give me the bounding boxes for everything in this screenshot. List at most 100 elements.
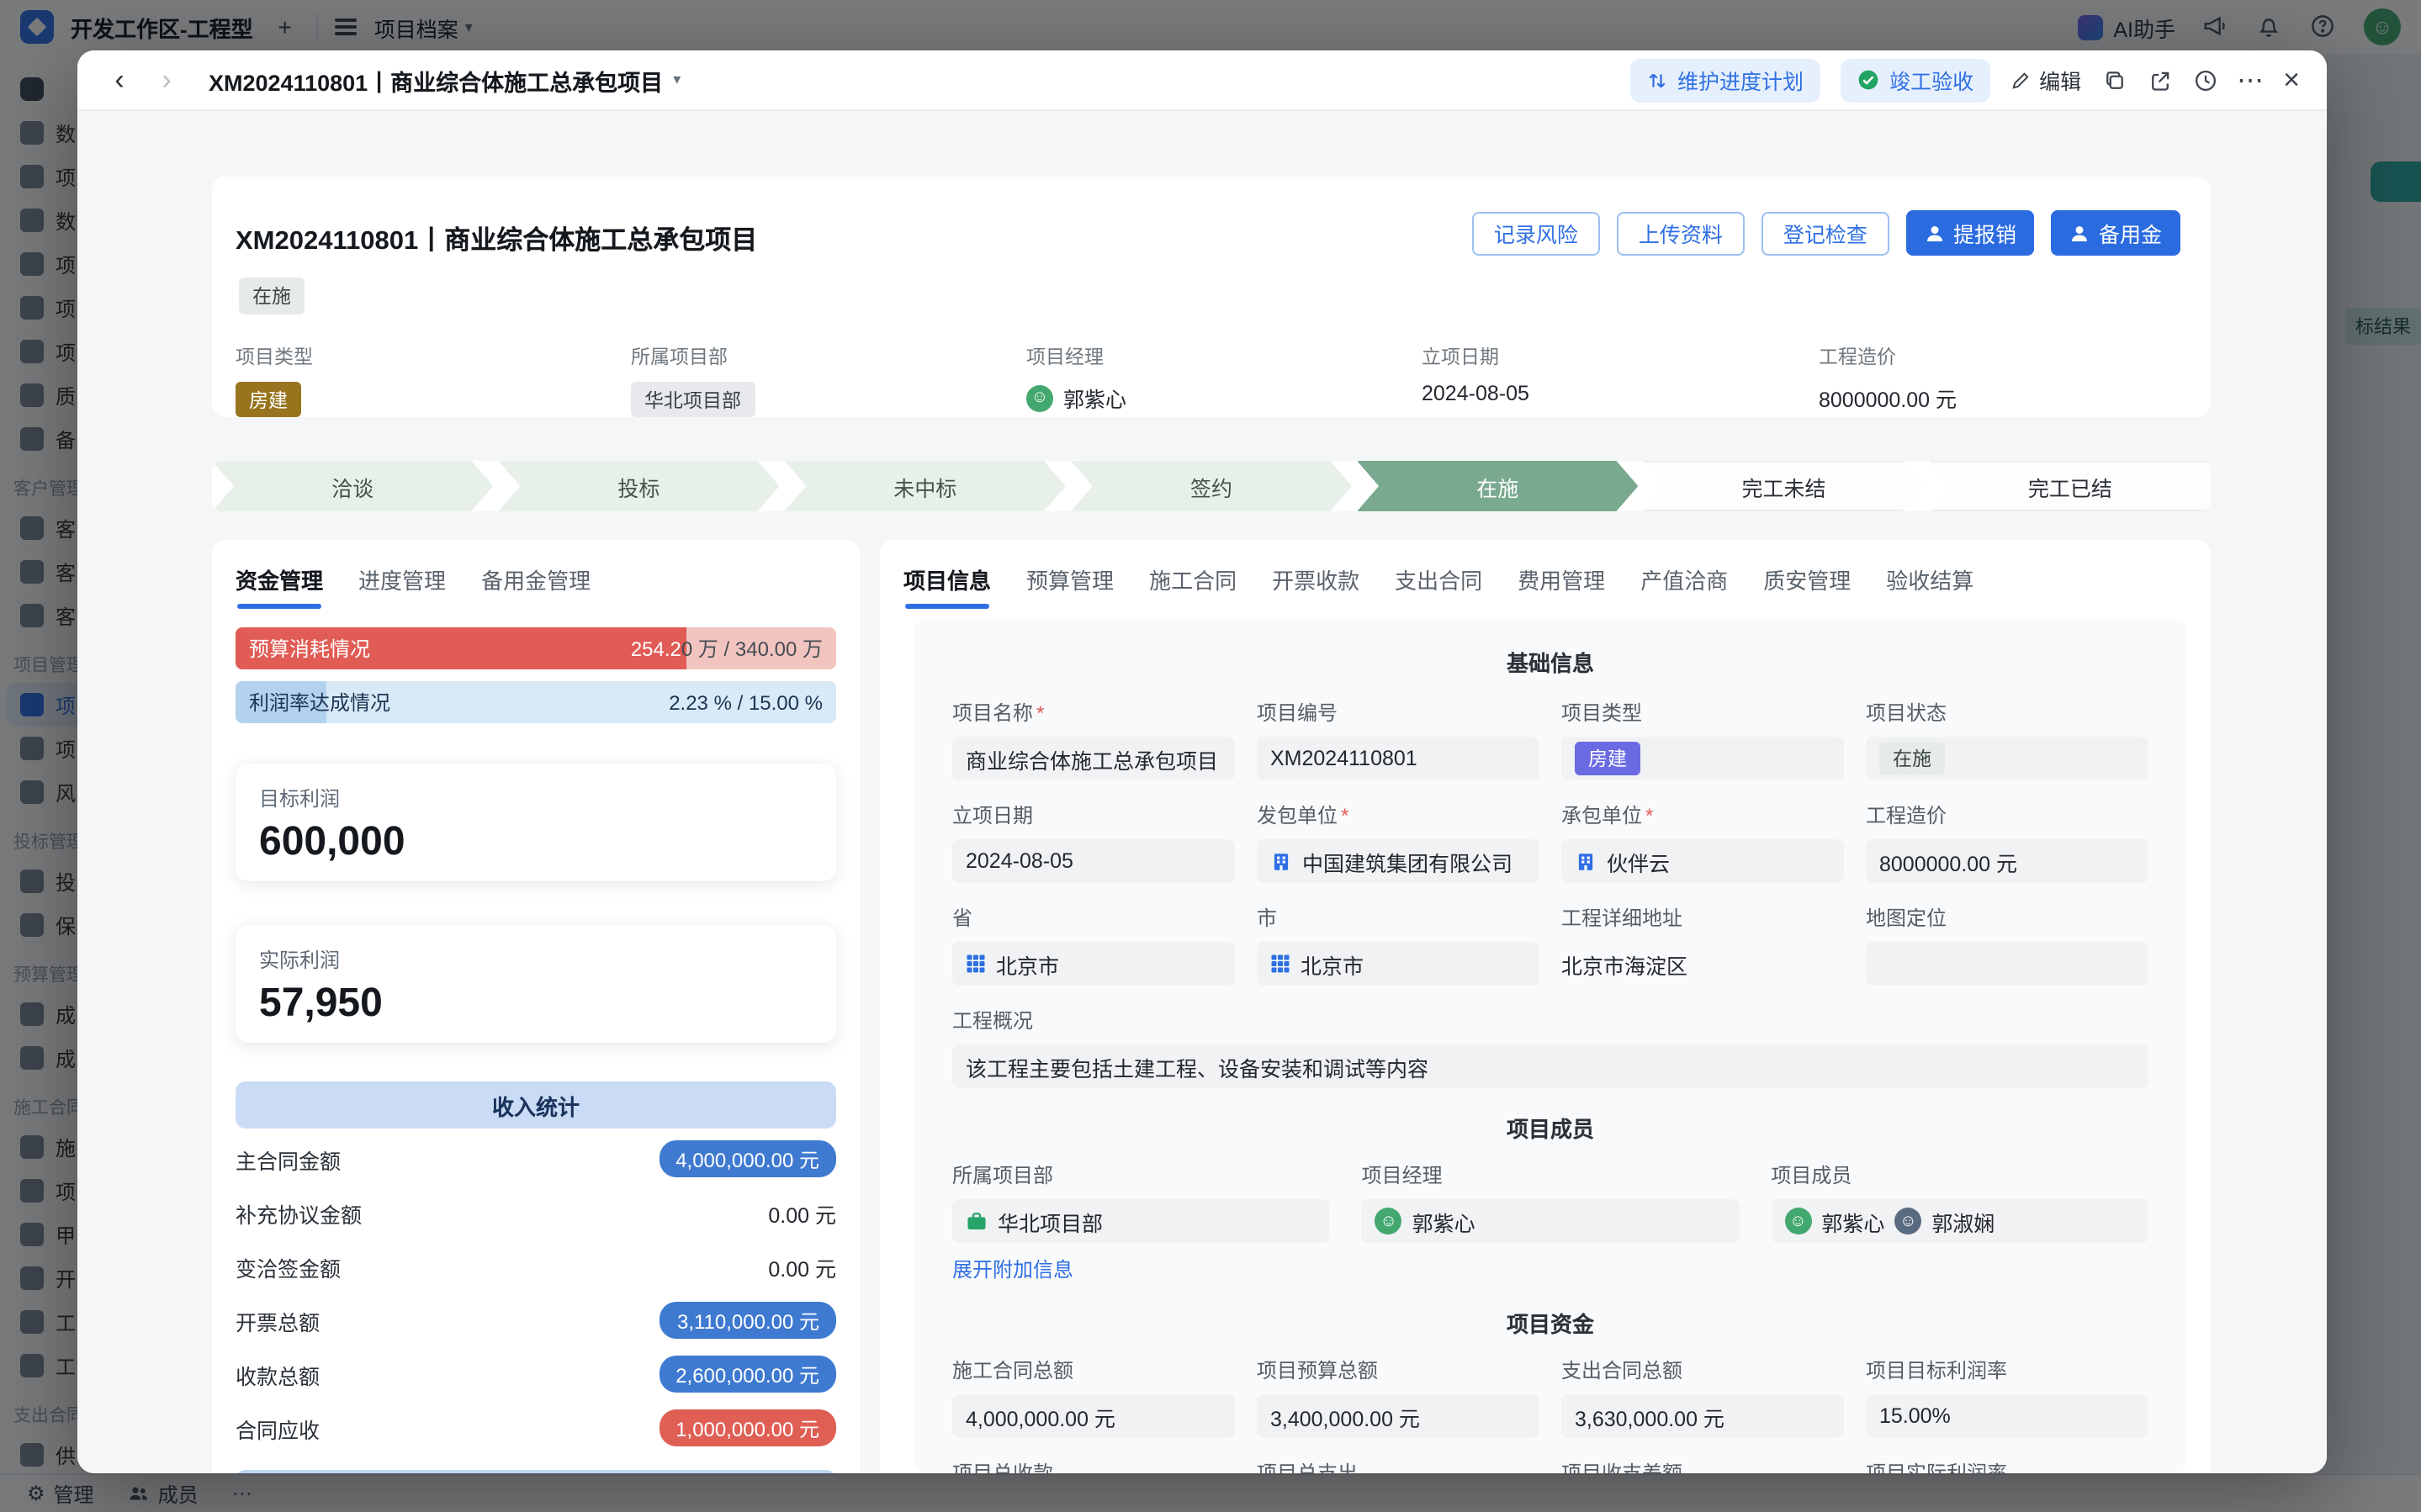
tab[interactable]: 项目信息 bbox=[903, 563, 991, 595]
building-icon bbox=[1575, 850, 1597, 872]
share-icon[interactable] bbox=[2147, 67, 2172, 93]
members-input[interactable]: ☺ 郭紫心 ☺ 郭淑娴 bbox=[1771, 1199, 2148, 1243]
next-record-button[interactable]: › bbox=[151, 66, 182, 94]
copy-icon[interactable] bbox=[2101, 67, 2127, 93]
city-input[interactable]: 北京市 bbox=[1257, 942, 1539, 986]
fund-value-input[interactable]: 3,400,000.00 元 bbox=[1257, 1394, 1539, 1438]
tab[interactable]: 产值洽商 bbox=[1640, 563, 1728, 595]
expand-extra-info-link[interactable]: 展开附加信息 bbox=[952, 1255, 1330, 1283]
project-type-input[interactable]: 房建 bbox=[1561, 737, 1844, 780]
profit-bar-value: 2.23 % / 15.00 % bbox=[669, 681, 823, 723]
tab[interactable]: 费用管理 bbox=[1518, 563, 1605, 595]
tab[interactable]: 备用金管理 bbox=[481, 563, 591, 595]
city-value: 北京市 bbox=[1301, 948, 1364, 980]
fund-field: 项目收支差额 57,950.00 元 bbox=[1561, 1458, 1844, 1473]
tab[interactable]: 资金管理 bbox=[236, 563, 323, 595]
stage-step[interactable]: 洽谈 bbox=[212, 461, 493, 511]
fund-field: 项目目标利润率 15.00% bbox=[1866, 1356, 2148, 1438]
start-date-input[interactable]: 2024-08-05 bbox=[952, 839, 1235, 883]
amount-value-badge: 0.00 元 bbox=[768, 1250, 836, 1282]
more-icon[interactable]: ⋯ bbox=[2238, 67, 2263, 93]
fund-value-input[interactable]: 15.00% bbox=[1866, 1394, 2148, 1438]
upload-docs-button[interactable]: 上传资料 bbox=[1617, 211, 1745, 255]
tab-label: 开票收款 bbox=[1272, 568, 1359, 593]
edit-label: 编辑 bbox=[2039, 64, 2081, 96]
owner-org-value: 中国建筑集团有限公司 bbox=[1302, 845, 1512, 877]
completion-acceptance-label: 竣工验收 bbox=[1889, 64, 1973, 96]
project-status-badge: 在施 bbox=[239, 278, 305, 315]
record-risk-button[interactable]: 记录风险 bbox=[1472, 211, 1600, 255]
fund-value-input[interactable]: 4,000,000.00 元 bbox=[952, 1394, 1235, 1438]
manager-input[interactable]: ☺ 郭紫心 bbox=[1362, 1199, 1740, 1243]
field-label: 立项日期 bbox=[1422, 343, 1800, 370]
project-overview-input[interactable]: 该工程主要包括土建工程、设备安装和调试等内容 bbox=[952, 1044, 2148, 1088]
fund-field: 项目总支出 2,542,050.00 元 bbox=[1257, 1458, 1539, 1473]
tab-label: 项目信息 bbox=[903, 568, 991, 593]
project-code-input[interactable]: XM2024110801 bbox=[1257, 737, 1539, 780]
reserve-fund-label: 备用金 bbox=[2099, 217, 2162, 249]
stage-step[interactable]: 签约 bbox=[1071, 461, 1352, 511]
province-value: 北京市 bbox=[996, 948, 1059, 980]
province-input[interactable]: 北京市 bbox=[952, 942, 1235, 986]
tab-label: 预算管理 bbox=[1026, 568, 1114, 593]
stage-step[interactable]: 未中标 bbox=[785, 461, 1066, 511]
prev-record-button[interactable]: ‹ bbox=[104, 66, 135, 94]
check-circle-icon bbox=[1857, 69, 1879, 91]
fund-field: 支出合同总额 3,630,000.00 元 bbox=[1561, 1356, 1844, 1438]
stage-step[interactable]: 在施 bbox=[1357, 461, 1638, 511]
tab[interactable]: 进度管理 bbox=[358, 563, 446, 595]
address-value[interactable]: 北京市海淀区 bbox=[1561, 942, 1844, 986]
submit-expense-button[interactable]: 提报销 bbox=[1906, 210, 2035, 256]
field-dept: 所属项目部 华北项目部 展开附加信息 bbox=[952, 1160, 1330, 1283]
project-name-input[interactable]: 商业综合体施工总承包项目 bbox=[952, 737, 1235, 780]
edit-button[interactable]: 编辑 bbox=[2010, 64, 2081, 96]
fund-value-input[interactable]: 3,630,000.00 元 bbox=[1561, 1394, 1844, 1438]
project-type-badge: 房建 bbox=[1575, 742, 1640, 775]
completion-acceptance-button[interactable]: 竣工验收 bbox=[1841, 58, 1990, 102]
funds-grid: 施工合同总额 4,000,000.00 元 项目预算总额 3,400,000.0… bbox=[952, 1356, 2148, 1473]
register-inspection-button[interactable]: 登记检查 bbox=[1761, 211, 1889, 255]
summary-field-date: 立项日期 2024-08-05 bbox=[1422, 343, 1800, 405]
owner-org-input[interactable]: 中国建筑集团有限公司 bbox=[1257, 839, 1539, 883]
field-project-name: 项目名称* 商业综合体施工总承包项目 bbox=[952, 698, 1235, 780]
field-map-location: 地图定位 bbox=[1866, 903, 2148, 986]
stage-step[interactable]: 完工未结 bbox=[1643, 461, 1924, 511]
income-stats-button[interactable]: 收入统计 bbox=[236, 1081, 836, 1129]
fund-label: 项目收支差额 bbox=[1561, 1458, 1682, 1473]
tab[interactable]: 质安管理 bbox=[1763, 563, 1851, 595]
stage-step[interactable]: 投标 bbox=[498, 461, 779, 511]
tab[interactable]: 开票收款 bbox=[1272, 563, 1359, 595]
contractor-org-input[interactable]: 伙伴云 bbox=[1561, 839, 1844, 883]
tab[interactable]: 验收结算 bbox=[1886, 563, 1973, 595]
project-cost-input[interactable]: 8000000.00 元 bbox=[1866, 839, 2148, 883]
actual-profit-card: 实际利润 57,950 bbox=[236, 925, 836, 1043]
expense-stats-button-peek[interactable] bbox=[236, 1470, 836, 1473]
project-status-input[interactable]: 在施 bbox=[1866, 737, 2148, 780]
amount-row: 合同应收 1,000,000.00 元 bbox=[236, 1401, 836, 1455]
stage-step-label: 洽谈 bbox=[331, 470, 373, 502]
amount-value-badge: 2,600,000.00 元 bbox=[659, 1356, 836, 1393]
modal-header: ‹ › XM2024110801丨商业综合体施工总承包项目 ▾ 维护进度计划 竣… bbox=[77, 50, 2327, 111]
map-location-input[interactable] bbox=[1866, 942, 2148, 986]
budget-bar-label: 预算消耗情况 bbox=[249, 627, 370, 669]
reserve-fund-button[interactable]: 备用金 bbox=[2052, 210, 2180, 256]
section-title-members: 项目成员 bbox=[952, 1112, 2148, 1144]
close-icon[interactable]: × bbox=[2283, 66, 2300, 94]
field-value: 8000000.00 元 bbox=[1819, 382, 2197, 414]
dept-value: 华北项目部 bbox=[998, 1205, 1103, 1237]
tab[interactable]: 预算管理 bbox=[1026, 563, 1114, 595]
dept-input[interactable]: 华北项目部 bbox=[952, 1199, 1330, 1243]
contractor-org-value: 伙伴云 bbox=[1607, 845, 1670, 877]
grid-icon bbox=[1270, 954, 1290, 974]
tab-label: 产值洽商 bbox=[1640, 568, 1728, 593]
grid-icon bbox=[966, 954, 986, 974]
stage-step[interactable]: 完工已结 bbox=[1930, 461, 2211, 511]
tab[interactable]: 施工合同 bbox=[1149, 563, 1237, 595]
chevron-down-icon[interactable]: ▾ bbox=[673, 71, 681, 89]
tab[interactable]: 支出合同 bbox=[1395, 563, 1482, 595]
fund-label: 施工合同总额 bbox=[952, 1356, 1073, 1384]
history-icon[interactable] bbox=[2192, 67, 2217, 93]
briefcase-icon bbox=[966, 1210, 988, 1232]
maintain-schedule-button[interactable]: 维护进度计划 bbox=[1630, 58, 1820, 102]
section-title-funds: 项目资金 bbox=[952, 1307, 2148, 1339]
